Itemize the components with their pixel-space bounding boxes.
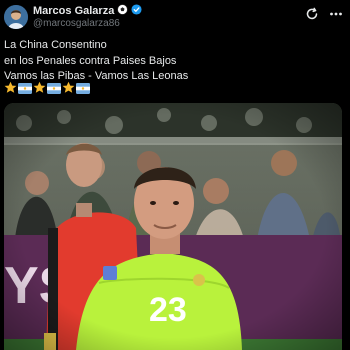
argentina-flag-icon xyxy=(76,81,90,99)
post-video[interactable]: YS 23 xyxy=(4,103,342,350)
post-card: Marcos Galarza @marcosgalarza86 La China… xyxy=(0,0,350,350)
verified-badge-icon xyxy=(131,4,142,18)
avatar[interactable] xyxy=(4,5,28,29)
star-emoji-icon xyxy=(4,81,17,99)
argentina-flag-icon xyxy=(47,81,61,99)
star-emoji-icon xyxy=(33,81,46,99)
author-name[interactable]: Marcos Galarza xyxy=(33,5,114,17)
video-frame: YS 23 xyxy=(4,103,342,350)
argentina-flag-icon xyxy=(18,81,32,99)
avatar-image xyxy=(4,5,28,29)
emoji-row xyxy=(4,81,90,99)
author-handle[interactable]: @marcosgalarza86 xyxy=(33,18,120,29)
top-actions xyxy=(304,6,344,22)
post-header: Marcos Galarza @marcosgalarza86 xyxy=(0,0,350,36)
soccer-ball-icon xyxy=(117,4,128,18)
author-row: Marcos Galarza xyxy=(33,4,142,18)
post-text-line: en los Penales contra Paises Bajos xyxy=(4,54,177,67)
star-emoji-icon xyxy=(62,81,75,99)
refresh-icon[interactable] xyxy=(304,6,320,22)
post-text: La China Consentino en los Penales contr… xyxy=(4,38,344,85)
more-options-icon[interactable] xyxy=(328,6,344,22)
post-text-line: La China Consentino xyxy=(4,39,107,51)
